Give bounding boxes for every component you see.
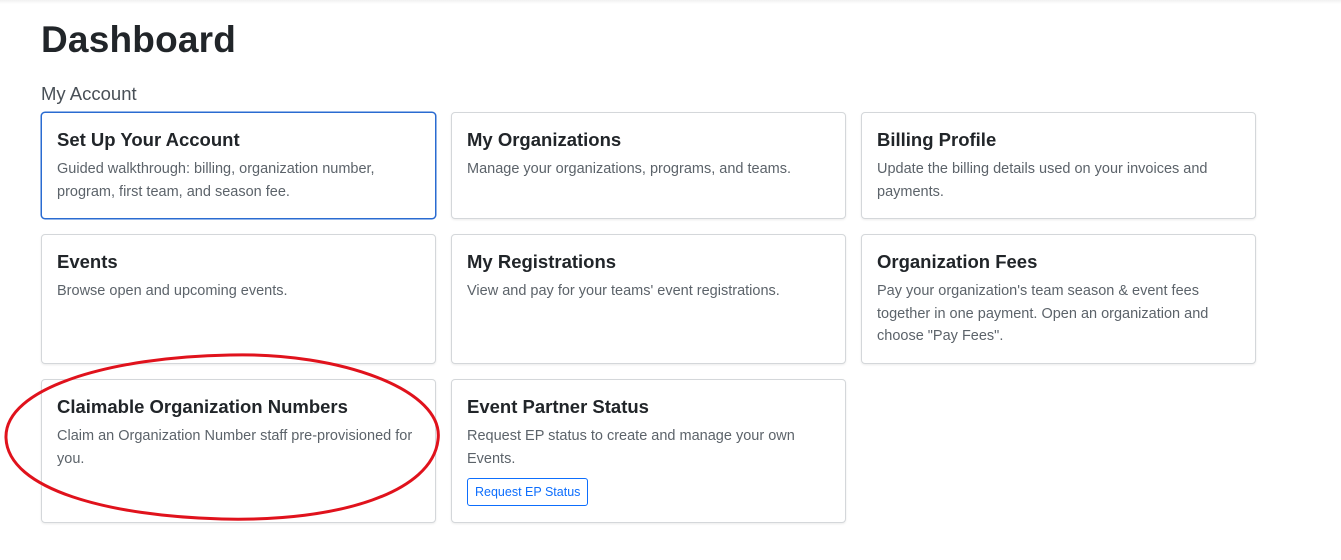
card-title: Set Up Your Account	[57, 129, 240, 150]
card-title: My Registrations	[467, 251, 617, 272]
card-title: Event Partner Status	[467, 396, 649, 417]
top-bar-shadow	[0, 0, 1341, 4]
card-title: Events	[57, 251, 118, 272]
card-description: Update the billing details used on your …	[877, 161, 1208, 200]
card-description: Manage your organizations, programs, and…	[467, 161, 792, 177]
card-billing-profile[interactable]: Billing Profile Update the billing detai…	[861, 112, 1256, 219]
card-title: Claimable Organization Numbers	[57, 396, 348, 417]
card-my-registrations[interactable]: My Registrations View and pay for your t…	[451, 234, 846, 364]
card-organization-fees[interactable]: Organization Fees Pay your organization'…	[861, 234, 1256, 364]
card-events[interactable]: Events Browse open and upcoming events.	[41, 234, 436, 364]
card-description: View and pay for your teams' event regis…	[467, 283, 780, 299]
card-description: Browse open and upcoming events.	[57, 283, 288, 299]
card-title: Organization Fees	[877, 251, 1038, 272]
card-title: My Organizations	[467, 129, 622, 150]
card-description: Request EP status to create and manage y…	[467, 428, 795, 467]
card-description: Claim an Organization Number staff pre-p…	[57, 428, 413, 467]
page-title: Dashboard	[41, 19, 237, 60]
section-title-my-account: My Account	[41, 83, 137, 104]
card-set-up-your-account[interactable]: Set Up Your Account Guided walkthrough: …	[41, 112, 436, 219]
card-event-partner-status[interactable]: Event Partner Status Request EP status t…	[451, 379, 846, 523]
card-description: Guided walkthrough: billing, organizatio…	[57, 161, 375, 200]
card-claimable-organization-numbers[interactable]: Claimable Organization Numbers Claim an …	[41, 379, 436, 523]
card-title: Billing Profile	[877, 129, 997, 150]
card-description: Pay your organization's team season & ev…	[877, 283, 1209, 344]
request-ep-status-button[interactable]: Request EP Status	[467, 478, 589, 506]
card-my-organizations[interactable]: My Organizations Manage your organizatio…	[451, 112, 846, 219]
